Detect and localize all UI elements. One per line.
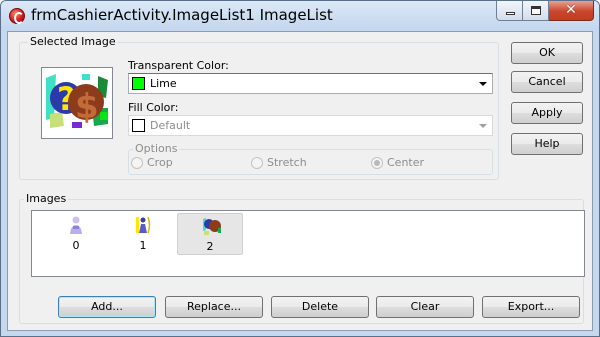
image-caption: 1 [139,239,147,252]
center-radio[interactable]: Center [371,156,424,169]
person-icon [70,216,82,234]
export-button[interactable]: Export... [482,296,580,318]
selected-image-label: Selected Image [28,35,118,48]
dialog-client: Selected Image ? $ Transparent Color: Li… [7,31,593,331]
maximize-button[interactable] [523,1,549,21]
minimize-icon [506,12,515,15]
add-button[interactable]: Add... [58,296,156,318]
selected-image-group: Selected Image ? $ Transparent Color: Li… [19,35,499,180]
crop-label: Crop [147,156,173,169]
app-icon [9,8,25,24]
radio-icon [131,156,143,169]
clear-button[interactable]: Clear [376,296,474,318]
money-question-icon [203,218,221,235]
image-caption: 0 [72,239,80,252]
fill-color-swatch [132,119,145,132]
stretch-radio[interactable]: Stretch [251,156,307,169]
chevron-down-icon [479,124,487,128]
close-icon: ✕ [565,2,577,18]
transparent-color-label: Transparent Color: [128,59,229,72]
imagelist-dialog: frmCashierActivity.ImageList1 ImageList … [0,0,600,337]
user-chart-icon [136,216,151,234]
apply-button[interactable]: Apply [511,102,583,124]
money-question-icon: ? $ [45,74,108,128]
images-group: Images 0 1 2 Add... Replace... Delete Cl… [19,192,585,324]
options-label: Options [133,142,180,155]
images-listview[interactable]: 0 1 2 [31,210,585,277]
fill-color-label: Fill Color: [128,101,179,114]
stretch-label: Stretch [267,156,307,169]
title-bar[interactable]: frmCashierActivity.ImageList1 ImageList … [1,1,599,31]
center-label: Center [387,156,425,169]
image-item[interactable]: 0 [43,213,109,255]
cancel-button[interactable]: Cancel [511,71,583,93]
fill-color-value: Default [150,119,191,132]
options-group: Options Crop Stretch Center [128,142,493,175]
minimize-button[interactable] [496,1,523,21]
image-item-selected[interactable]: 2 [177,213,243,255]
fill-color-combo[interactable]: Default [128,115,493,136]
caption-buttons: ✕ [496,1,594,21]
images-label: Images [24,192,69,205]
radio-icon [251,156,263,169]
replace-button[interactable]: Replace... [165,296,263,318]
image-item[interactable]: 1 [110,213,176,255]
svg-text:$: $ [75,87,99,127]
radio-selected-icon [371,156,383,169]
transparent-color-combo[interactable]: Lime [128,73,493,94]
window-title: frmCashierActivity.ImageList1 ImageList [31,6,333,24]
ok-button[interactable]: OK [511,42,583,64]
delete-button[interactable]: Delete [271,296,369,318]
selected-image-preview: ? $ [41,67,113,139]
transparent-color-value: Lime [150,77,177,90]
chevron-down-icon [479,82,487,86]
help-button[interactable]: Help [511,133,583,155]
image-caption: 2 [206,240,214,253]
transparent-color-swatch [132,77,145,90]
crop-radio[interactable]: Crop [131,156,173,169]
maximize-icon [531,6,541,15]
close-button[interactable]: ✕ [549,1,594,21]
